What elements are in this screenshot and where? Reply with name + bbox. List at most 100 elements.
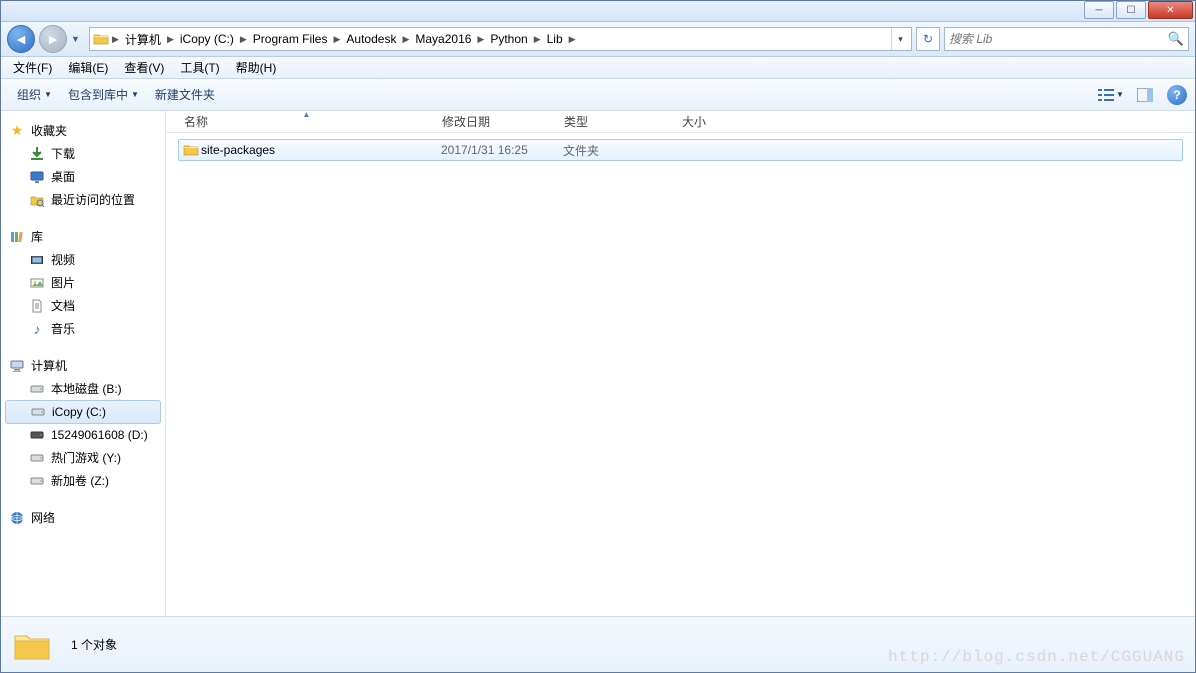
sort-asc-icon: ▲ <box>303 110 311 119</box>
star-icon: ★ <box>9 123 25 139</box>
sidebar-item-pictures[interactable]: 图片 <box>1 271 165 294</box>
menu-view[interactable]: 查看(V) <box>116 57 172 78</box>
documents-icon <box>29 298 45 314</box>
folder-icon <box>183 142 201 158</box>
computer-group: 计算机 本地磁盘 (B:) iCopy (C:) 15249061608 (D:… <box>1 354 165 492</box>
sidebar-item-label: 15249061608 (D:) <box>51 428 148 442</box>
file-list-pane: 名称 ▲ 修改日期 类型 大小 site-packages 2017/1/31 … <box>166 111 1195 616</box>
sidebar-item-drive-d[interactable]: 15249061608 (D:) <box>1 424 165 446</box>
address-bar[interactable]: ▶ 计算机 ▶ iCopy (C:) ▶ Program Files ▶ Aut… <box>89 27 912 51</box>
favorites-header[interactable]: ★ 收藏夹 <box>1 119 165 142</box>
new-folder-button[interactable]: 新建文件夹 <box>147 82 223 107</box>
breadcrumb[interactable]: Maya2016 <box>411 28 475 50</box>
breadcrumb[interactable]: Lib <box>543 28 567 50</box>
column-header-size[interactable]: 大小 <box>676 113 766 130</box>
nav-history-dropdown[interactable]: ▼ <box>71 34 85 44</box>
sidebar-item-label: 视频 <box>51 251 75 268</box>
libraries-label: 库 <box>31 228 43 245</box>
breadcrumb[interactable]: iCopy (C:) <box>176 28 238 50</box>
sidebar-item-documents[interactable]: 文档 <box>1 294 165 317</box>
recent-icon <box>29 192 45 208</box>
forward-button[interactable]: ► <box>39 25 67 53</box>
sidebar-item-label: 桌面 <box>51 168 75 185</box>
view-mode-button[interactable]: ▼ <box>1095 84 1127 106</box>
breadcrumb[interactable]: Autodesk <box>342 28 400 50</box>
chevron-right-icon[interactable]: ▶ <box>331 34 342 45</box>
minimize-button[interactable]: ─ <box>1084 1 1114 19</box>
music-icon: ♪ <box>29 321 45 337</box>
drive-icon <box>30 404 46 420</box>
address-row: ◄ ► ▼ ▶ 计算机 ▶ iCopy (C:) ▶ Program Files… <box>1 22 1195 57</box>
chevron-right-icon[interactable]: ▶ <box>110 34 121 45</box>
favorites-label: 收藏夹 <box>31 122 67 139</box>
sidebar-item-label: 文档 <box>51 297 75 314</box>
pictures-icon <box>29 275 45 291</box>
column-header-type[interactable]: 类型 <box>558 113 676 130</box>
file-date: 2017/1/31 16:25 <box>441 143 563 157</box>
chevron-right-icon[interactable]: ▶ <box>532 34 543 45</box>
drive-icon <box>29 381 45 397</box>
menu-tools[interactable]: 工具(T) <box>172 57 227 78</box>
close-button[interactable]: ✕ <box>1148 1 1193 19</box>
refresh-button[interactable]: ↻ <box>916 27 940 51</box>
computer-icon <box>9 358 25 374</box>
sidebar-item-drive-c[interactable]: iCopy (C:) <box>5 400 161 424</box>
navigation-pane: ★ 收藏夹 下载 桌面 最近访问的位置 <box>1 111 166 616</box>
column-header-name[interactable]: 名称 ▲ <box>178 113 436 130</box>
column-headers: 名称 ▲ 修改日期 类型 大小 <box>166 111 1195 133</box>
computer-header[interactable]: 计算机 <box>1 354 165 377</box>
chevron-right-icon[interactable]: ▶ <box>238 34 249 45</box>
window-buttons: ─ ☐ ✕ <box>1084 1 1195 21</box>
back-button[interactable]: ◄ <box>7 25 35 53</box>
sidebar-item-recent[interactable]: 最近访问的位置 <box>1 188 165 211</box>
sidebar-item-downloads[interactable]: 下载 <box>1 142 165 165</box>
libraries-group: 库 视频 图片 文档 ♪ 音乐 <box>1 225 165 340</box>
body: ★ 收藏夹 下载 桌面 最近访问的位置 <box>1 111 1195 616</box>
sidebar-item-desktop[interactable]: 桌面 <box>1 165 165 188</box>
search-input[interactable] <box>949 32 1168 46</box>
maximize-button[interactable]: ☐ <box>1116 1 1146 19</box>
menu-help[interactable]: 帮助(H) <box>228 57 285 78</box>
menu-edit[interactable]: 编辑(E) <box>60 57 116 78</box>
sidebar-item-label: 本地磁盘 (B:) <box>51 380 122 397</box>
menu-file[interactable]: 文件(F) <box>5 57 60 78</box>
preview-pane-button[interactable] <box>1129 84 1161 106</box>
network-header[interactable]: 网络 <box>1 506 165 529</box>
chevron-right-icon[interactable]: ▶ <box>567 34 578 45</box>
search-icon[interactable]: 🔍 <box>1168 31 1184 47</box>
include-in-library-button[interactable]: 包含到库中 ▼ <box>60 82 147 107</box>
toolbar: 组织 ▼ 包含到库中 ▼ 新建文件夹 ▼ ? <box>1 79 1195 111</box>
sidebar-item-label: 热门游戏 (Y:) <box>51 449 121 466</box>
file-items: site-packages 2017/1/31 16:25 文件夹 <box>166 133 1195 167</box>
breadcrumb[interactable]: 计算机 <box>121 28 165 50</box>
breadcrumb[interactable]: Program Files <box>249 28 332 50</box>
chevron-right-icon[interactable]: ▶ <box>165 34 176 45</box>
help-button[interactable]: ? <box>1167 85 1187 105</box>
file-row[interactable]: site-packages 2017/1/31 16:25 文件夹 <box>178 139 1183 161</box>
desktop-icon <box>29 169 45 185</box>
sidebar-item-videos[interactable]: 视频 <box>1 248 165 271</box>
sidebar-item-drive-b[interactable]: 本地磁盘 (B:) <box>1 377 165 400</box>
column-header-date[interactable]: 修改日期 <box>436 113 558 130</box>
video-icon <box>29 252 45 268</box>
status-bar: 1 个对象 http://blog.csdn.net/CGGUANG <box>1 616 1195 672</box>
chevron-right-icon[interactable]: ▶ <box>475 34 486 45</box>
address-dropdown[interactable]: ▾ <box>891 28 909 50</box>
sidebar-item-drive-y[interactable]: 热门游戏 (Y:) <box>1 446 165 469</box>
sidebar-item-music[interactable]: ♪ 音乐 <box>1 317 165 340</box>
libraries-header[interactable]: 库 <box>1 225 165 248</box>
sidebar-item-label: 下载 <box>51 145 75 162</box>
sidebar-item-drive-z[interactable]: 新加卷 (Z:) <box>1 469 165 492</box>
search-box[interactable]: 🔍 <box>944 27 1189 51</box>
sidebar-item-label: 音乐 <box>51 320 75 337</box>
organize-button[interactable]: 组织 ▼ <box>9 82 60 107</box>
download-icon <box>29 146 45 162</box>
favorites-group: ★ 收藏夹 下载 桌面 最近访问的位置 <box>1 119 165 211</box>
status-count: 1 个对象 <box>71 636 117 653</box>
sidebar-item-label: iCopy (C:) <box>52 405 106 419</box>
chevron-right-icon[interactable]: ▶ <box>400 34 411 45</box>
network-label: 网络 <box>31 509 55 526</box>
breadcrumb[interactable]: Python <box>486 28 531 50</box>
file-type: 文件夹 <box>563 142 681 159</box>
library-icon <box>9 229 25 245</box>
